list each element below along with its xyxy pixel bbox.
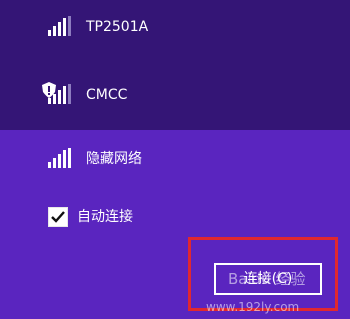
watermark-url: www.192ly.com [206, 300, 300, 314]
network-name: 隐藏网络 [86, 151, 142, 167]
network-item-cmcc[interactable]: CMCC [0, 76, 350, 116]
network-name: TP2501A [86, 19, 149, 35]
network-item-hidden[interactable]: 隐藏网络 [0, 140, 350, 180]
auto-connect-label: 自动连接 [77, 209, 133, 225]
wifi-signal-icon [48, 84, 71, 104]
network-name: CMCC [86, 87, 128, 103]
wifi-network-panel: TP2501A CMCC 隐藏网络 自动连接 连接(C) Baidu 经验 ww… [0, 0, 350, 319]
connect-button[interactable]: 连接(C) [214, 263, 322, 295]
auto-connect-checkbox[interactable] [48, 207, 68, 227]
wifi-signal-icon [48, 148, 71, 168]
checkmark-icon [51, 211, 65, 223]
wifi-signal-icon [48, 16, 71, 36]
network-item-tp2501a[interactable]: TP2501A [0, 8, 350, 48]
